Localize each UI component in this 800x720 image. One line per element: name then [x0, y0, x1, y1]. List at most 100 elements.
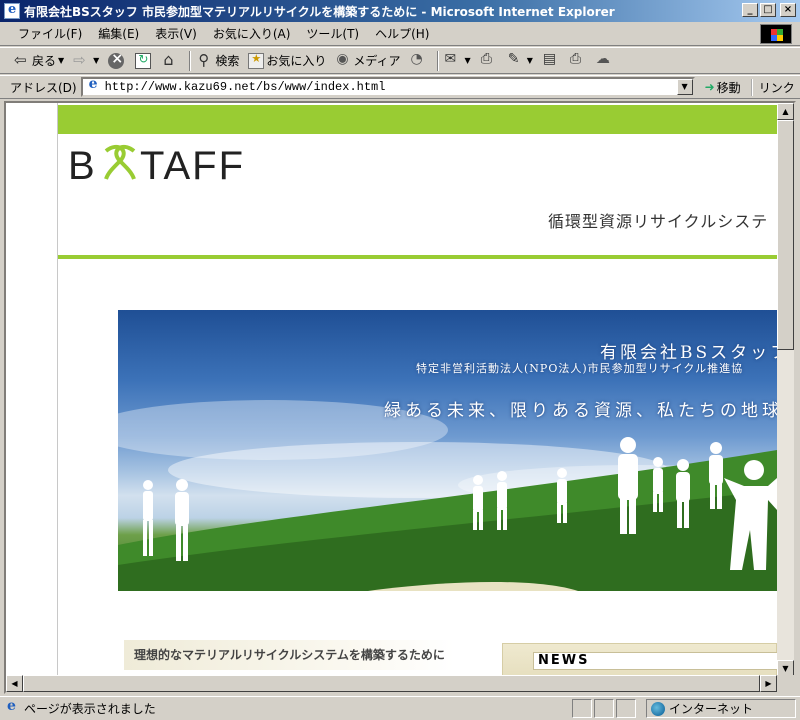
favorites-button[interactable]: お気に入り [248, 52, 326, 69]
globe-icon [651, 701, 665, 716]
home-button[interactable] [162, 50, 180, 69]
edit-button[interactable]: ▼ [507, 51, 533, 69]
stop-button[interactable] [108, 51, 126, 69]
address-url[interactable]: http://www.kazu69.net/bs/www/index.html [105, 80, 386, 94]
menu-edit[interactable]: 編集(E) [90, 25, 147, 42]
menu-bar: ファイル(F) 編集(E) 表示(V) お気に入り(A) ツール(T) ヘルプ(… [0, 22, 800, 46]
media-button[interactable]: メディア [335, 51, 401, 69]
menu-view[interactable]: 表示(V) [147, 25, 205, 42]
stop-icon [108, 51, 125, 69]
status-panes [572, 699, 636, 718]
vertical-scrollbar[interactable]: ▲ ▼ [777, 103, 794, 677]
bsstaff-logo[interactable]: B TAFF [68, 143, 258, 183]
address-dropdown-icon[interactable]: ▼ [676, 79, 693, 95]
status-text: ページが表示されました [24, 702, 156, 716]
media-label: メディア [353, 54, 401, 68]
web-page: B TAFF 循環型資源リサイクルシステ 有限会社BSスタッフ 特定非営利活動法… [6, 103, 777, 677]
window-title: 有限会社BSスタッフ 市民参加型マテリアルリサイクルを構築するために - Mic… [24, 4, 615, 19]
address-label: アドレス(D) [10, 80, 77, 95]
media-icon [335, 51, 351, 69]
search-icon [197, 51, 213, 69]
vertical-scroll-thumb[interactable] [777, 120, 794, 350]
mail-dropdown-icon[interactable]: ▼ [465, 56, 471, 65]
window-controls: _ □ × [742, 3, 796, 17]
scroll-up-icon[interactable]: ▲ [777, 103, 794, 120]
mail-button[interactable]: ▼ [445, 51, 471, 69]
banner-subtitle: 特定非営利活動法人(NPO法人)市民参加型リサイクル推進協 [416, 362, 744, 375]
banner-slogan: 緑ある未来、限りある資源、私たちの地球 [384, 401, 777, 421]
back-dropdown-icon[interactable]: ▼ [58, 56, 64, 65]
hero-banner: 有限会社BSスタッフ 特定非営利活動法人(NPO法人)市民参加型リサイクル推進協… [118, 310, 777, 591]
back-label: 戻る [32, 54, 57, 68]
history-button[interactable] [410, 51, 428, 69]
favorites-label: お気に入り [266, 54, 327, 68]
browser-viewport: B TAFF 循環型資源リサイクルシステ 有限会社BSスタッフ 特定非営利活動法… [4, 101, 796, 694]
search-label: 検索 [215, 54, 240, 68]
header-green-line [58, 255, 777, 259]
status-pane [594, 699, 614, 718]
menu-tools[interactable]: ツール(T) [298, 25, 367, 42]
toolbar-separator [436, 50, 439, 71]
close-button[interactable]: × [780, 3, 796, 17]
favorites-icon [248, 52, 265, 69]
back-arrow-icon [14, 51, 30, 69]
search-button[interactable]: 検索 [197, 51, 240, 69]
section-subheading: 理想的なマテリアルリサイクルシステムを構築するために [124, 640, 454, 670]
messenger-button[interactable] [596, 51, 614, 69]
header-green-bar [58, 105, 777, 134]
messenger-icon [596, 51, 612, 69]
refresh-button[interactable] [135, 52, 153, 69]
address-bar: アドレス(D) http://www.kazu69.net/bs/www/ind… [0, 75, 800, 99]
page-icon [86, 76, 102, 95]
menu-file[interactable]: ファイル(F) [10, 25, 90, 42]
discuss-button[interactable] [542, 51, 560, 69]
status-pane [572, 699, 592, 718]
go-arrow-icon: ➜ [704, 80, 715, 94]
security-zone[interactable]: インターネット [646, 699, 796, 718]
go-label: 移動 [716, 80, 741, 95]
security-zone-label: インターネット [669, 702, 754, 716]
history-icon [410, 51, 426, 69]
links-button[interactable]: リンク [750, 78, 795, 96]
address-input[interactable]: http://www.kazu69.net/bs/www/index.html … [80, 76, 695, 97]
back-button[interactable]: 戻る ▼ [14, 51, 64, 69]
svg-text:TAFF: TAFF [140, 144, 245, 183]
forward-arrow-icon [73, 51, 89, 69]
edit-dropdown-icon[interactable]: ▼ [527, 56, 533, 65]
mail-icon [445, 51, 461, 69]
logo-heart-icon [104, 144, 136, 180]
horizontal-scrollbar[interactable]: ◀ ▶ [6, 675, 777, 692]
menu-favorites[interactable]: お気に入り(A) [205, 25, 299, 42]
forward-button[interactable]: ▼ [73, 51, 99, 69]
horizontal-scroll-thumb[interactable] [23, 675, 760, 692]
window-title-bar[interactable]: 有限会社BSスタッフ 市民参加型マテリアルリサイクルを構築するために - Mic… [0, 0, 800, 22]
refresh-icon [135, 52, 152, 69]
go-button[interactable]: ➜ 移動 [705, 79, 741, 96]
page-left-rule [57, 103, 58, 677]
forward-dropdown-icon[interactable]: ▼ [93, 56, 99, 65]
scroll-left-icon[interactable]: ◀ [6, 675, 23, 692]
standard-toolbar: 戻る ▼ ▼ 検索 お気に入り メディア ▼ ▼ [0, 47, 800, 74]
scrollbar-corner [777, 675, 794, 692]
print-icon [480, 51, 496, 69]
status-pane [616, 699, 636, 718]
news-heading: NEWS [533, 652, 777, 670]
edit-icon [507, 51, 523, 69]
research-button[interactable] [569, 51, 587, 69]
ie-icon [4, 2, 20, 19]
scroll-right-icon[interactable]: ▶ [760, 675, 777, 692]
home-icon [162, 50, 178, 69]
maximize-button[interactable]: □ [760, 3, 776, 17]
menu-help[interactable]: ヘルプ(H) [367, 25, 437, 42]
research-icon [569, 51, 585, 69]
status-bar: ページが表示されました インターネット [0, 696, 800, 720]
minimize-button[interactable]: _ [742, 3, 758, 17]
print-button[interactable] [480, 51, 498, 69]
svg-text:B: B [68, 144, 97, 183]
toolbar-separator [189, 50, 192, 71]
status-page-icon [4, 698, 20, 717]
site-tagline: 循環型資源リサイクルシステ [548, 212, 769, 231]
news-box: NEWS [502, 643, 777, 677]
discuss-icon [542, 51, 558, 69]
windows-logo-icon [760, 24, 792, 44]
